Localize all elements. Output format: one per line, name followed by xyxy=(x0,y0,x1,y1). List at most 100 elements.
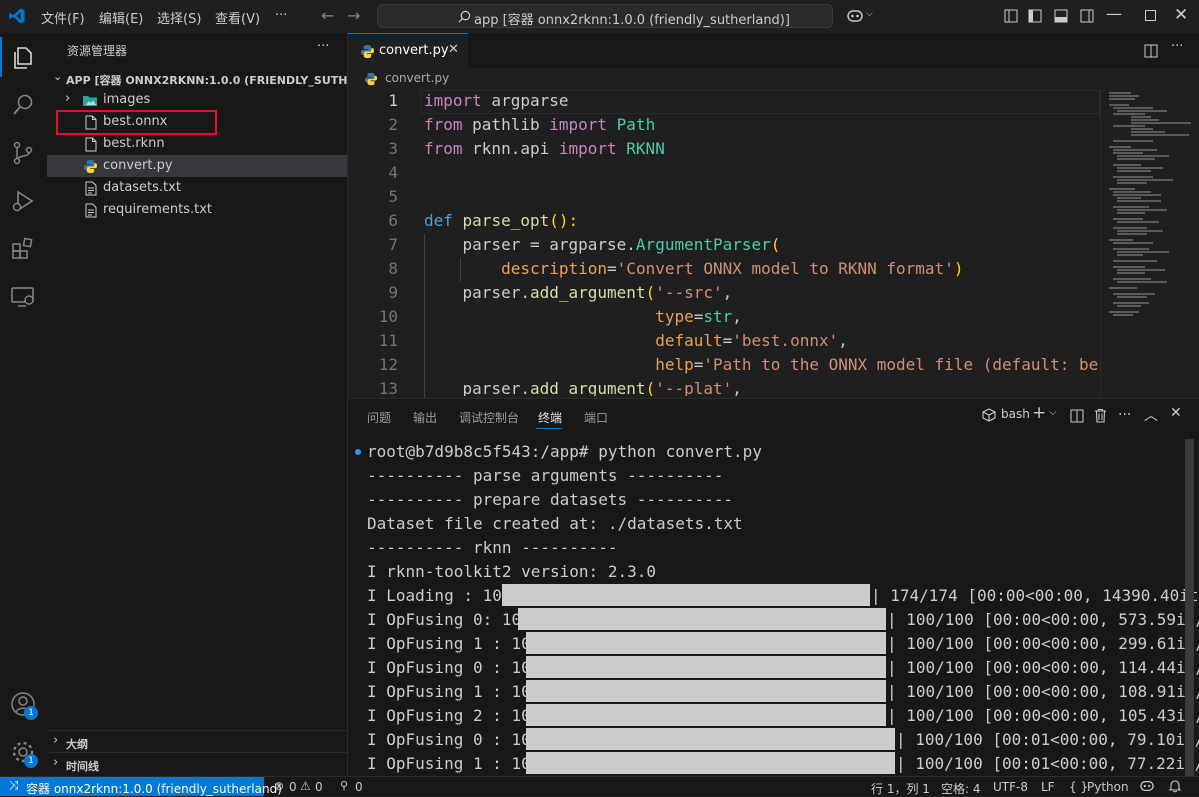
tab-debug-console[interactable]: 调试控制台 xyxy=(459,409,519,426)
editor-tabs: convert.py ✕ ··· xyxy=(348,33,1199,69)
maximize-icon[interactable] xyxy=(1145,10,1156,21)
copilot-icon[interactable] xyxy=(846,8,864,24)
language-mode[interactable]: Python xyxy=(1087,780,1129,794)
code-token: ( xyxy=(770,235,781,254)
trash-icon[interactable] xyxy=(1094,408,1107,423)
split-editor-icon[interactable] xyxy=(1144,44,1158,58)
tab-output[interactable]: 输出 xyxy=(413,409,437,426)
tree-item-convert-py[interactable]: convert.py xyxy=(47,155,347,177)
remote-indicator[interactable]: ⤨ 容器 onnx2rknn:1.0.0 (friendly_sutherlan… xyxy=(0,777,282,796)
code-token: parse_opt xyxy=(452,211,550,230)
breadcrumb-file[interactable]: convert.py xyxy=(385,71,449,85)
line-number: 10 xyxy=(378,307,398,326)
notifications-bell-icon[interactable] xyxy=(1168,779,1182,793)
terminal-shell-label[interactable]: bash xyxy=(1001,407,1030,421)
terminal-scrollbar[interactable] xyxy=(1185,439,1194,777)
code-token: (): xyxy=(549,211,579,230)
tree-item-best-rknn[interactable]: best.rknn xyxy=(47,133,347,155)
line-number: 7 xyxy=(388,235,398,254)
code-token: '--plat' xyxy=(655,379,733,396)
code-line: parser = argparse.ArgumentParser( xyxy=(424,235,781,254)
copilot-icon[interactable] xyxy=(1139,779,1155,793)
indentation[interactable]: 空格: 4 xyxy=(941,780,981,797)
activity-bar: 1 1 xyxy=(0,33,48,776)
outline-section[interactable]: › 大纲 xyxy=(47,730,347,753)
code-line: import argparse xyxy=(424,91,569,110)
encoding[interactable]: UTF-8 xyxy=(993,780,1028,794)
close-panel-icon[interactable]: ✕ xyxy=(1170,405,1182,421)
editor-more-actions-icon[interactable]: ··· xyxy=(1171,39,1183,54)
tree-item-images[interactable]: › images xyxy=(47,89,347,111)
language-braces: { } xyxy=(1069,780,1089,794)
menu-file[interactable]: 文件(F) xyxy=(41,8,85,27)
code-token: add_argument xyxy=(529,283,646,302)
search-icon[interactable] xyxy=(9,91,37,119)
toggle-panel-icon[interactable] xyxy=(1054,9,1068,23)
code-editor[interactable]: 1 2 3 4 5 6 7 8 9 10 11 12 13 import arg… xyxy=(348,90,1100,396)
bottom-panel: 问题 输出 调试控制台 终端 端口 bash + ⌵ ··· ︿ ✕ root@… xyxy=(348,398,1199,777)
minimap[interactable] xyxy=(1100,90,1199,398)
code-line: help='Path to the ONNX model file (defau… xyxy=(424,355,1100,374)
tab-problems[interactable]: 问题 xyxy=(367,409,391,426)
chevron-right-icon: › xyxy=(53,755,59,770)
menu-selection[interactable]: 选择(S) xyxy=(157,8,201,27)
tree-item-label: images xyxy=(103,92,151,107)
split-terminal-icon[interactable] xyxy=(1070,409,1084,423)
tab-ports[interactable]: 端口 xyxy=(584,409,608,426)
new-terminal-icon[interactable]: + xyxy=(1032,403,1046,423)
maximize-panel-icon[interactable]: ︿ xyxy=(1144,405,1158,425)
code-token: Path xyxy=(607,115,656,134)
code-token: argparse xyxy=(481,91,569,110)
extensions-icon[interactable] xyxy=(9,235,37,263)
workspace-root[interactable]: ⌄ APP [容器 ONNX2RKNN:1.0.0 (FRIENDLY_SUTH… xyxy=(47,67,392,89)
code-token: from xyxy=(424,139,463,158)
progress-bar-fill xyxy=(502,584,870,606)
run-debug-icon[interactable] xyxy=(9,187,37,215)
end-of-line[interactable]: LF xyxy=(1041,780,1055,794)
code-token: ( xyxy=(645,379,656,396)
toggle-secondary-sidebar-icon[interactable] xyxy=(1080,9,1094,23)
source-control-icon[interactable] xyxy=(9,139,37,167)
tab-terminal[interactable]: 终端 xyxy=(538,409,562,426)
menu-more[interactable]: ··· xyxy=(275,8,287,23)
chevron-right-icon: › xyxy=(53,733,59,748)
file-icon xyxy=(85,137,97,152)
more-actions-icon[interactable]: ··· xyxy=(317,39,329,54)
terminal-line-tail: | 100/100 [00:00<00:00, 108.91it/s] xyxy=(887,682,1199,701)
timeline-section[interactable]: › 时间线 xyxy=(47,752,347,775)
terminal[interactable]: root@b7d9b8c5f543:/app# python convert.p… xyxy=(348,439,1199,777)
code-token: description xyxy=(424,259,608,278)
code-line: default='best.onnx', xyxy=(424,331,848,350)
forward-arrow-icon[interactable]: → xyxy=(347,6,360,25)
toggle-sidebar-icon[interactable] xyxy=(1028,9,1042,23)
terminal-scrollbar-thumb[interactable] xyxy=(1185,439,1194,777)
terminal-line-tail: | 100/100 [00:01<00:00, 77.22it/s] xyxy=(896,754,1199,773)
code-line: from rknn.api import RKNN xyxy=(424,139,665,158)
cursor-position[interactable]: 行 1，列 1 xyxy=(871,780,930,797)
error-icon: ⊗ xyxy=(274,779,285,793)
minimize-icon[interactable]: — xyxy=(1106,4,1122,23)
tab-label: convert.py xyxy=(379,43,449,58)
tree-item-datasets-txt[interactable]: datasets.txt xyxy=(47,177,347,199)
tree-item-requirements-txt[interactable]: requirements.txt xyxy=(47,199,347,221)
command-center-search[interactable]: app [容器 onnx2rknn:1.0.0 (friendly_suther… xyxy=(377,4,833,28)
breadcrumb: convert.py xyxy=(348,68,1199,90)
tab-convert-py[interactable]: convert.py ✕ xyxy=(348,33,468,68)
text-file-icon xyxy=(85,181,97,196)
remote-explorer-icon[interactable] xyxy=(9,283,37,311)
terminal-line-tail: | 174/174 [00:00<00:00, 14390.40it/s] xyxy=(871,586,1199,605)
chevron-down-icon[interactable]: ⌵ xyxy=(866,9,873,19)
menu-edit[interactable]: 编辑(E) xyxy=(99,8,143,27)
progress-bar-fill xyxy=(526,656,886,678)
back-arrow-icon[interactable]: ← xyxy=(321,6,334,25)
menu-view[interactable]: 查看(V) xyxy=(215,8,260,27)
close-tab-icon[interactable]: ✕ xyxy=(448,42,459,57)
chevron-down-icon[interactable]: ⌵ xyxy=(1049,407,1057,418)
explorer-icon[interactable] xyxy=(9,43,37,71)
customize-layout-icon[interactable] xyxy=(1004,9,1018,23)
ports-count: 0 xyxy=(355,780,363,794)
close-window-icon[interactable]: ✕ xyxy=(1174,5,1188,25)
code-token: import xyxy=(549,115,608,134)
terminal-line: Dataset file created at: ./datasets.txt xyxy=(367,514,743,533)
more-actions-icon[interactable]: ··· xyxy=(1118,407,1131,423)
